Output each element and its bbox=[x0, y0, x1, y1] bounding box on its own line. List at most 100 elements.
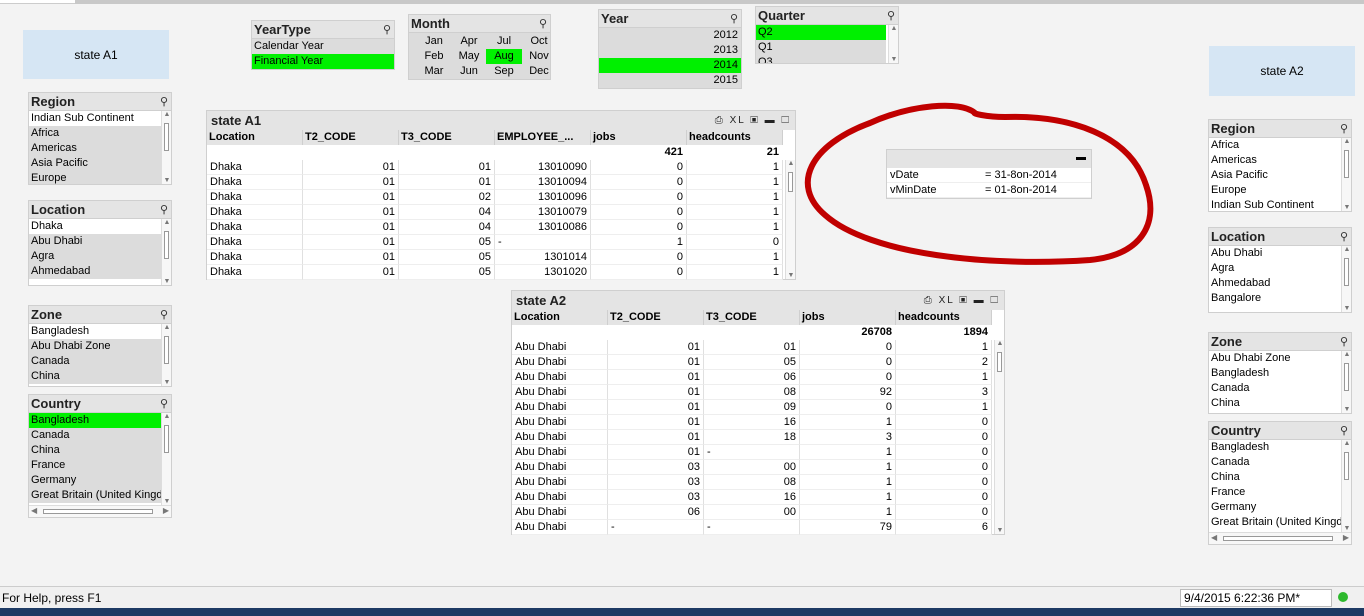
quarter-scrollbar[interactable]: ▲ ▼ bbox=[888, 25, 898, 63]
quarter-item[interactable]: Q1 bbox=[756, 40, 886, 55]
table-cell[interactable]: Abu Dhabi bbox=[512, 490, 608, 505]
year-item[interactable]: 2013 bbox=[599, 43, 741, 58]
table-cell[interactable]: Abu Dhabi bbox=[512, 520, 608, 535]
table-cell[interactable]: 06 bbox=[608, 505, 704, 520]
list-item[interactable]: Africa bbox=[1209, 138, 1341, 153]
list-item[interactable]: Bangladesh bbox=[1209, 440, 1341, 455]
table-cell[interactable]: 13010096 bbox=[495, 190, 591, 205]
table-cell[interactable]: 01 bbox=[608, 370, 704, 385]
table-cell[interactable]: 13010090 bbox=[495, 160, 591, 175]
table-cell[interactable]: 0 bbox=[896, 415, 992, 430]
listbox-scrollbar[interactable]: ▲ ▼ bbox=[1341, 246, 1351, 312]
table-cell[interactable]: 16 bbox=[704, 490, 800, 505]
table-cell[interactable]: - bbox=[608, 520, 704, 535]
table-cell[interactable]: Dhaka bbox=[207, 190, 303, 205]
table-cell[interactable]: 01 bbox=[303, 265, 399, 280]
quarter-listbox[interactable]: Quarter ⚲ Q2 Q1 Q3 ▲ ▼ bbox=[755, 6, 899, 64]
list-item[interactable]: Americas bbox=[1209, 153, 1341, 168]
table-cell[interactable]: 01 bbox=[303, 160, 399, 175]
list-item[interactable]: China bbox=[1209, 470, 1341, 485]
table-cell[interactable]: 00 bbox=[704, 460, 800, 475]
year-item[interactable]: 2014 bbox=[599, 58, 741, 73]
list-item[interactable]: Asia Pacific bbox=[29, 156, 161, 171]
table-cell[interactable]: 05 bbox=[399, 235, 495, 250]
table-cell[interactable]: 05 bbox=[399, 250, 495, 265]
list-item[interactable]: Bangladesh bbox=[1209, 366, 1341, 381]
table-cell[interactable]: 2 bbox=[896, 355, 992, 370]
table-cell[interactable]: 0 bbox=[800, 340, 896, 355]
table-cell[interactable]: 0 bbox=[800, 400, 896, 415]
table-cell[interactable]: 0 bbox=[591, 250, 687, 265]
table-cell[interactable]: Abu Dhabi bbox=[512, 385, 608, 400]
table-cell[interactable]: 01 bbox=[608, 415, 704, 430]
list-item[interactable]: China bbox=[29, 443, 161, 458]
table-cell[interactable]: Abu Dhabi bbox=[512, 505, 608, 520]
table-cell[interactable]: Abu Dhabi bbox=[512, 355, 608, 370]
month-item[interactable]: Sep bbox=[486, 64, 522, 79]
table-cell[interactable]: Dhaka bbox=[207, 160, 303, 175]
table-cell[interactable]: 0 bbox=[800, 370, 896, 385]
list-item[interactable]: France bbox=[1209, 485, 1341, 500]
list-item[interactable]: Europe bbox=[1209, 183, 1341, 198]
table-cell[interactable]: 92 bbox=[800, 385, 896, 400]
table-cell[interactable]: 0 bbox=[687, 235, 783, 250]
table-cell[interactable]: 01 bbox=[303, 190, 399, 205]
table-cell[interactable]: Abu Dhabi bbox=[512, 430, 608, 445]
list-item[interactable]: Great Britain (United Kingdom) bbox=[29, 488, 161, 503]
list-item[interactable]: Americas bbox=[29, 141, 161, 156]
list-item[interactable]: Europe bbox=[29, 171, 161, 184]
table-cell[interactable]: 1 bbox=[800, 505, 896, 520]
table-cell[interactable]: 01 bbox=[608, 340, 704, 355]
list-item[interactable]: Ahmedabad bbox=[29, 264, 161, 279]
list-item[interactable]: Germany bbox=[29, 473, 161, 488]
table-cell[interactable]: Abu Dhabi bbox=[512, 475, 608, 490]
listbox-scrollbar[interactable]: ▲ ▼ bbox=[161, 111, 171, 184]
table-cell[interactable]: 1301020 bbox=[495, 265, 591, 280]
year-listbox[interactable]: Year ⚲ 2012 2013 2014 2015 bbox=[598, 9, 742, 89]
table-cell[interactable]: 01 bbox=[608, 385, 704, 400]
search-icon[interactable]: ⚲ bbox=[1340, 422, 1348, 440]
list-item[interactable]: Agra bbox=[1209, 261, 1341, 276]
table-state-a2[interactable]: state A2 ⎙ XL ▣ ▬ ☐ Location T2_CODE T3_CO… bbox=[511, 290, 1005, 535]
table-cell[interactable]: 0 bbox=[896, 475, 992, 490]
table-cell[interactable]: 1 bbox=[687, 250, 783, 265]
table-cell[interactable]: - bbox=[704, 445, 800, 460]
table-cell[interactable]: 3 bbox=[896, 385, 992, 400]
search-icon[interactable]: ⚲ bbox=[160, 201, 168, 219]
listbox-location[interactable]: Location ⚲ Dhaka Abu Dhabi Agra Ahmedabad ▲ ▼ bbox=[28, 200, 172, 286]
month-item[interactable]: Aug bbox=[486, 49, 522, 64]
minimize-icon[interactable]: ▬ bbox=[974, 295, 986, 306]
list-item[interactable]: Ahmedabad bbox=[1209, 276, 1341, 291]
table-cell[interactable]: 02 bbox=[399, 190, 495, 205]
table-state-a1[interactable]: state A1 ⎙ XL ▣ ▬ ☐ Location T2_CODE T3_CO… bbox=[206, 110, 796, 280]
table-cell[interactable]: 01 bbox=[303, 205, 399, 220]
column-header[interactable]: headcounts bbox=[687, 130, 783, 145]
listbox-scrollbar[interactable]: ▲ ▼ bbox=[1341, 351, 1351, 413]
column-header[interactable]: headcounts bbox=[896, 310, 992, 325]
table-cell[interactable]: 00 bbox=[704, 505, 800, 520]
table-cell[interactable]: 0 bbox=[896, 490, 992, 505]
table-cell[interactable]: 1 bbox=[687, 265, 783, 280]
excel-icon[interactable]: XL bbox=[730, 115, 746, 126]
month-item[interactable]: Mar bbox=[416, 64, 452, 79]
minimize-icon[interactable]: ▬ bbox=[765, 115, 777, 126]
table-cell[interactable]: 0 bbox=[896, 430, 992, 445]
column-header[interactable]: Location bbox=[207, 130, 303, 145]
list-item[interactable]: Dhaka bbox=[29, 219, 161, 234]
table-cell[interactable]: 01 bbox=[303, 235, 399, 250]
list-item[interactable]: China bbox=[29, 369, 161, 384]
table-cell[interactable]: 1 bbox=[800, 460, 896, 475]
list-item[interactable]: Bangladesh bbox=[29, 413, 161, 428]
listbox-zone[interactable]: Zone ⚲ Bangladesh Abu Dhabi Zone Canada China… bbox=[28, 305, 172, 387]
table-cell[interactable]: 0 bbox=[591, 220, 687, 235]
search-icon[interactable]: ⚲ bbox=[730, 10, 738, 28]
table-cell[interactable]: Abu Dhabi bbox=[512, 340, 608, 355]
table-cell[interactable]: 1 bbox=[800, 475, 896, 490]
table-cell[interactable]: 13010094 bbox=[495, 175, 591, 190]
search-icon[interactable]: ⚲ bbox=[539, 15, 547, 33]
listbox-scrollbar[interactable]: ▲ ▼ bbox=[161, 219, 171, 285]
table-cell[interactable]: 0 bbox=[591, 265, 687, 280]
quarter-item[interactable]: Q2 bbox=[756, 25, 886, 40]
list-item[interactable]: Canada bbox=[1209, 381, 1341, 396]
table-cell[interactable]: Abu Dhabi bbox=[512, 445, 608, 460]
